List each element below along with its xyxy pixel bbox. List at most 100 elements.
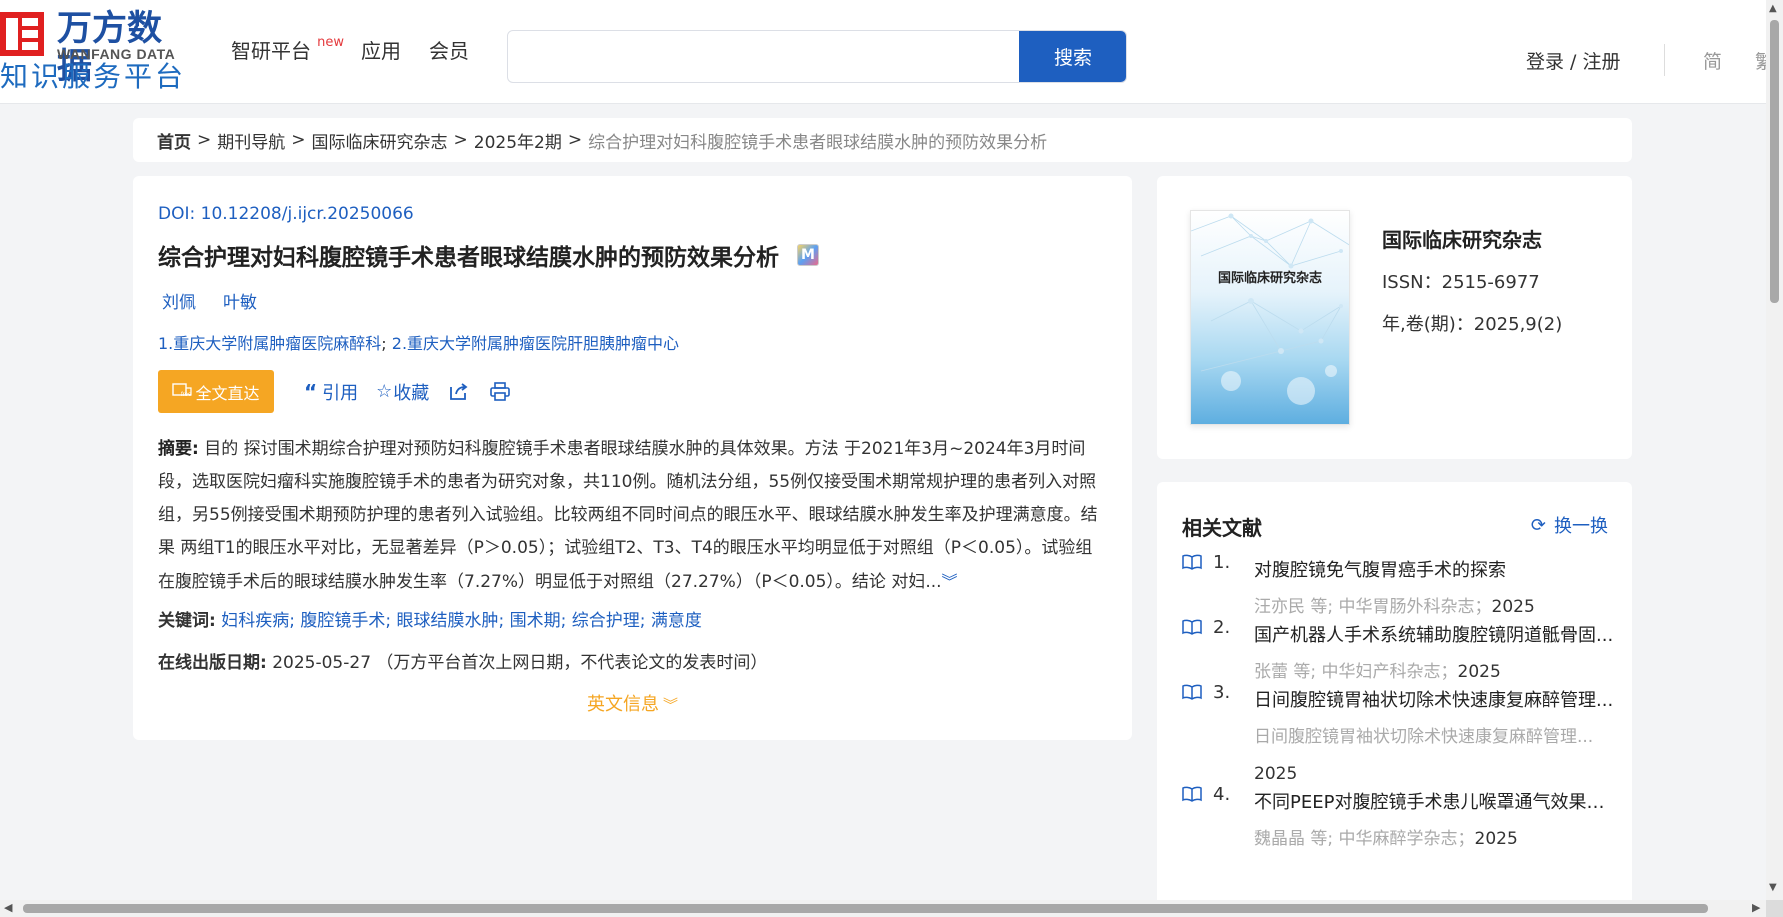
related-source: 中华妇产科杂志 <box>1321 662 1441 682</box>
scroll-up-icon[interactable]: ▲ <box>1769 3 1777 14</box>
main-nav: 智研平台 new 应用 会员 <box>231 35 497 64</box>
lang-simplified-toggle[interactable]: 简 <box>1703 47 1722 74</box>
keyword-separator: ; <box>385 611 397 631</box>
related-num: 2. <box>1213 617 1231 638</box>
metrics-badge-icon[interactable]: M <box>797 244 819 266</box>
related-list: 1. 对腹腔镜免气腹胃癌手术的探索 汪亦民 等; 中华胃肠外科杂志；2025 2… <box>1182 552 1614 858</box>
keyword-separator: ; <box>560 611 572 631</box>
related-num: 3. <box>1213 682 1231 703</box>
fulltext-icon: free <box>172 382 192 401</box>
book-icon <box>1182 554 1202 570</box>
article-title: 综合护理对妇科腹腔镜手术患者眼球结膜水肿的预防效果分析 M <box>158 238 819 272</box>
nav-item-membership[interactable]: 会员 <box>429 38 469 64</box>
book-icon <box>1182 619 1202 635</box>
related-num: 1. <box>1213 552 1231 573</box>
breadcrumb-journal[interactable]: 国际临床研究杂志 <box>312 128 448 153</box>
keyword-link[interactable]: 综合护理 <box>572 611 640 631</box>
breadcrumb-separator: > <box>291 130 306 150</box>
author-link[interactable]: 叶敏 <box>223 288 257 313</box>
keyword-link[interactable]: 围术期 <box>510 611 561 631</box>
doi: DOI: 10.12208/j.ijcr.20250066 <box>158 204 414 224</box>
wanfang-logo[interactable]: 万方数据 WANFANG DATA 知识服务平台 <box>0 8 195 96</box>
share-icon <box>450 383 468 400</box>
scroll-left-icon[interactable]: ◀ <box>4 901 12 914</box>
vertical-scroll-thumb[interactable] <box>1770 20 1779 303</box>
breadcrumb-journal-nav[interactable]: 期刊导航 <box>217 128 285 153</box>
favorite-button[interactable]: ☆ 收藏 <box>376 379 429 405</box>
related-item: 3. 日间腹腔镜胃袖状切除术快速康复麻醉管理... 日间腹腔镜胃袖状切除术快速康… <box>1182 682 1614 793</box>
breadcrumb-separator: > <box>197 130 212 150</box>
related-meta: 魏晶晶 等; 中华麻醉学杂志；2025 <box>1254 829 1518 849</box>
refresh-button[interactable]: ⟳ 换一换 <box>1531 512 1608 538</box>
cite-button[interactable]: “ 引用 <box>304 379 358 405</box>
new-badge: new <box>317 35 344 50</box>
breadcrumb-issue[interactable]: 2025年2期 <box>474 128 562 153</box>
search-button[interactable]: 搜索 <box>1019 31 1126 82</box>
affiliation-link[interactable]: 重庆大学附属肿瘤医院肝胆胰肿瘤中心 <box>407 334 679 353</box>
horizontal-scrollbar[interactable]: ◀ ▶ <box>0 900 1766 917</box>
journal-info-card: 国际临床研究杂志 国际临床研究杂志 ISSN：2515-6977 年,卷(期)：… <box>1157 176 1632 459</box>
related-item: 4. 不同PEEP对腹腔镜手术患儿喉罩通气效果的... 魏晶晶 等; 中华麻醉学… <box>1182 784 1614 858</box>
author-list: 刘佩 叶敏 <box>162 288 284 313</box>
svg-text:free: free <box>181 392 192 397</box>
related-item: 2. 国产机器人手术系统辅助腹腔镜阴道骶骨固... 张蕾 等; 中华妇产科杂志；… <box>1182 617 1614 691</box>
related-title-link[interactable]: 日间腹腔镜胃袖状切除术快速康复麻醉管理... <box>1254 682 1614 719</box>
journal-name-link[interactable]: 国际临床研究杂志 <box>1382 224 1542 253</box>
keyword-link[interactable]: 腹腔镜手术 <box>300 611 385 631</box>
keyword-separator: ; <box>289 611 301 631</box>
abstract-label: 摘要: <box>158 439 199 459</box>
journal-cover-image[interactable]: 国际临床研究杂志 <box>1190 210 1350 425</box>
book-icon <box>1182 786 1202 802</box>
breadcrumb-home[interactable]: 首页 <box>157 128 191 153</box>
affiliation-prefix: 2. <box>391 334 408 353</box>
related-authors: 日间腹腔镜胃袖状切除术快速康复麻醉管理... <box>1254 727 1594 747</box>
nav-item-zhiyan[interactable]: 智研平台 new <box>231 35 344 64</box>
related-authors: 汪亦民 等; <box>1254 597 1334 617</box>
author-link[interactable]: 刘佩 <box>162 288 196 313</box>
affiliation-prefix: 1. <box>158 334 174 353</box>
article-title-text: 综合护理对妇科腹腔镜手术患者眼球结膜水肿的预防效果分析 <box>158 245 779 271</box>
share-button[interactable] <box>449 382 469 401</box>
related-source: 中华胃肠外科杂志 <box>1338 597 1475 617</box>
article-actions: free 全文直达 “ 引用 ☆ 收藏 <box>158 370 511 413</box>
related-articles-card: 相关文献 ⟳ 换一换 1. 对腹腔镜免气腹胃癌手术的探索 汪亦民 等; 中华胃肠… <box>1157 482 1632 917</box>
doi-link[interactable]: 10.12208/j.ijcr.20250066 <box>201 204 414 224</box>
scroll-down-icon[interactable]: ▼ <box>1769 882 1777 893</box>
cite-label: 引用 <box>322 382 359 404</box>
nav-item-apps[interactable]: 应用 <box>361 38 401 64</box>
related-title-link[interactable]: 国产机器人手术系统辅助腹腔镜阴道骶骨固... <box>1254 617 1614 654</box>
pubdate-value: 2025-05-27 <box>272 653 372 673</box>
affiliation-link[interactable]: 重庆大学附属肿瘤医院麻醉科 <box>173 334 381 353</box>
breadcrumb-current: 综合护理对妇科腹腔镜手术患者眼球结膜水肿的预防效果分析 <box>588 132 1048 153</box>
wanfang-logo-mark <box>0 12 44 56</box>
chevron-down-icon: ︾ <box>662 696 678 714</box>
lang-traditional-toggle[interactable]: 繁 <box>1755 47 1766 74</box>
keyword-link[interactable]: 眼球结膜水肿 <box>397 611 499 631</box>
article-card: DOI: 10.12208/j.ijcr.20250066 综合护理对妇科腹腔镜… <box>133 176 1132 740</box>
search-box: 搜索 <box>507 30 1127 83</box>
login-register-link[interactable]: 登录 / 注册 <box>1526 47 1620 74</box>
fulltext-button[interactable]: free 全文直达 <box>158 370 274 413</box>
print-button[interactable] <box>490 382 511 401</box>
vertical-scrollbar[interactable]: ▲ ▼ <box>1766 0 1783 900</box>
doi-label: DOI: <box>158 204 201 224</box>
related-num: 4. <box>1213 784 1231 805</box>
search-input[interactable] <box>508 31 1018 82</box>
pubdate-note: （万方平台首次上网日期，不代表论文的发表时间） <box>376 653 768 673</box>
keyword-link[interactable]: 满意度 <box>651 611 702 631</box>
keywords: 关键词: 妇科疾病; 腹腔镜手术; 眼球结膜水肿; 围术期; 综合护理; 满意度 <box>158 606 702 631</box>
related-title-link[interactable]: 对腹腔镜免气腹胃癌手术的探索 <box>1254 552 1614 589</box>
keyword-link[interactable]: 妇科疾病 <box>221 611 289 631</box>
related-item: 1. 对腹腔镜免气腹胃癌手术的探索 汪亦民 等; 中华胃肠外科杂志；2025 <box>1182 552 1612 626</box>
expand-abstract-icon[interactable]: ︾ <box>942 572 958 591</box>
related-year: 2025 <box>1491 597 1535 617</box>
related-year: 2025 <box>1457 662 1501 682</box>
breadcrumb: 首页 > 期刊导航 > 国际临床研究杂志 > 2025年2期 > 综合护理对妇科… <box>133 118 1632 162</box>
related-title-link[interactable]: 不同PEEP对腹腔镜手术患儿喉罩通气效果的... <box>1254 784 1614 821</box>
refresh-icon: ⟳ <box>1530 514 1546 536</box>
scroll-right-icon[interactable]: ▶ <box>1752 901 1760 914</box>
site-header: 万方数据 WANFANG DATA 知识服务平台 智研平台 new 应用 会员 … <box>0 0 1766 104</box>
english-info-toggle[interactable]: 英文信息 ︾ <box>133 690 1132 716</box>
horizontal-scroll-thumb[interactable] <box>23 904 1708 913</box>
book-icon <box>1182 684 1202 700</box>
